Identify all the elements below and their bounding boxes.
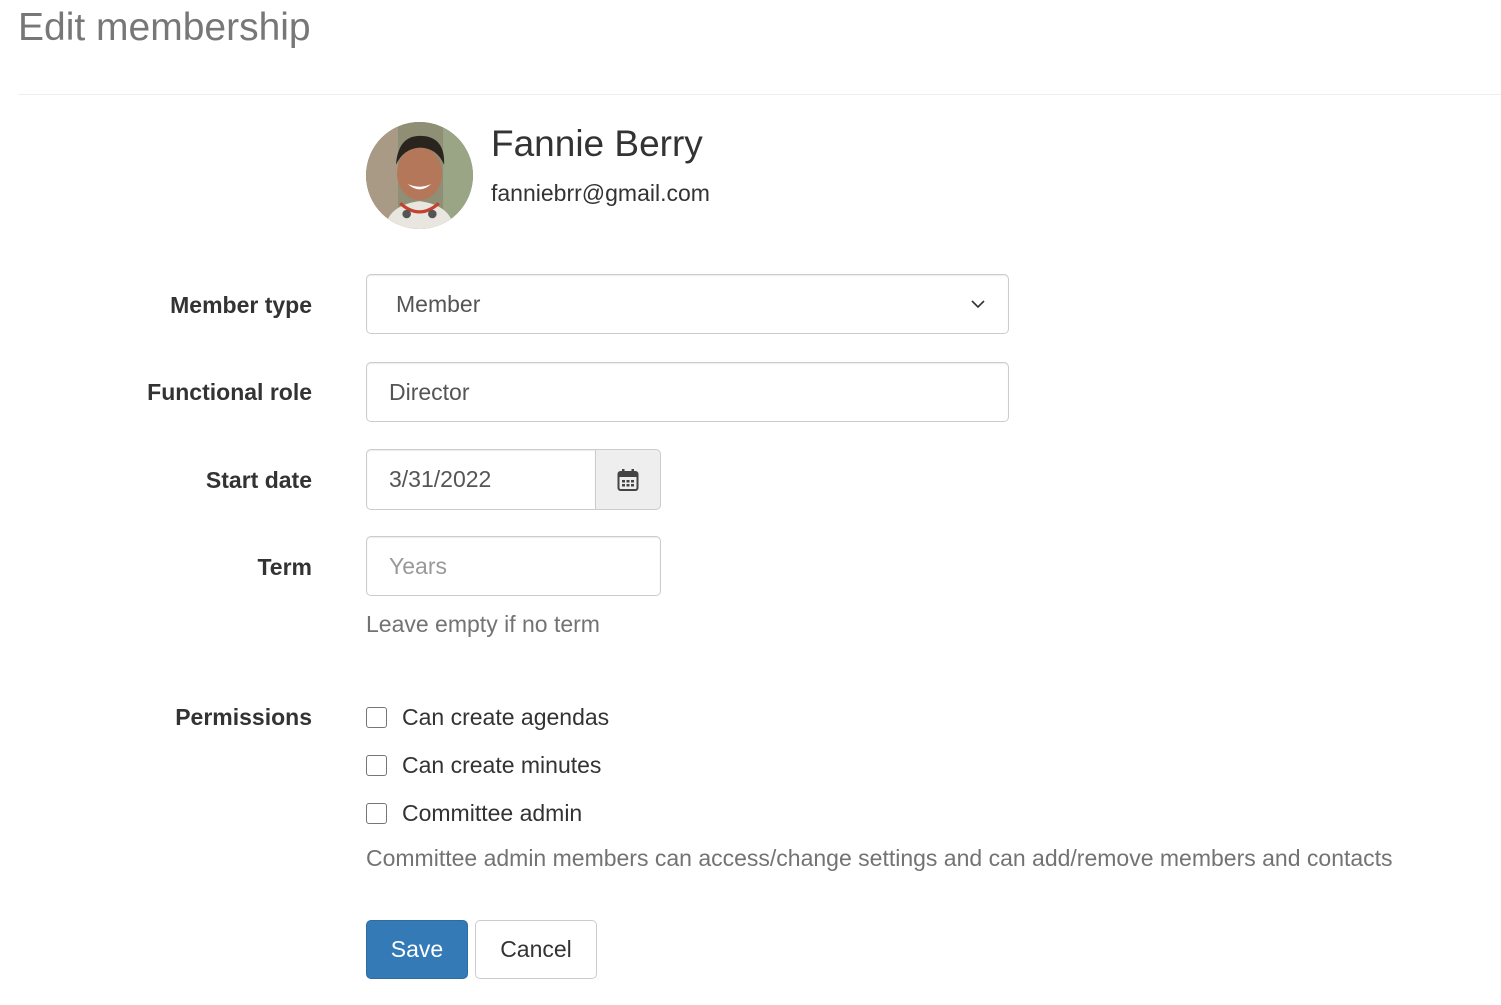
- start-date-label: Start date: [205, 467, 312, 493]
- member-type-value: Member: [396, 290, 481, 317]
- checkbox-label: Can create agendas: [402, 703, 610, 730]
- title-divider: [18, 94, 1501, 95]
- permission-option[interactable]: Committee admin: [366, 798, 582, 828]
- term-placeholder: Years: [389, 552, 447, 579]
- calendar-icon: [617, 468, 639, 491]
- functional-role-label: Functional role: [147, 379, 312, 405]
- avatar-photo-icon: [366, 122, 473, 229]
- avatar: [366, 122, 473, 229]
- functional-role-value: Director: [389, 378, 470, 405]
- permissions-label: Permissions: [175, 704, 312, 730]
- member-name: Fannie Berry: [491, 123, 703, 164]
- member-email: fanniebrr@gmail.com: [491, 180, 710, 206]
- calendar-button[interactable]: [595, 449, 661, 510]
- term-input[interactable]: Years: [366, 536, 661, 596]
- member-type-label: Member type: [170, 292, 312, 318]
- term-help-text: Leave empty if no term: [366, 611, 600, 637]
- permissions-help-text: Committee admin members can access/chang…: [366, 845, 1393, 871]
- term-label: Term: [257, 554, 312, 580]
- member-type-select[interactable]: Member: [366, 274, 1009, 334]
- page-title: Edit membership: [18, 6, 311, 49]
- save-button[interactable]: Save: [366, 920, 468, 979]
- checkbox-label: Can create minutes: [402, 751, 602, 778]
- start-date-input[interactable]: 3/31/2022: [366, 449, 595, 510]
- checkbox-label: Committee admin: [402, 799, 583, 826]
- permission-option[interactable]: Can create agendas: [366, 702, 609, 732]
- can-create-minutes-checkbox[interactable]: [366, 754, 387, 776]
- start-date-value: 3/31/2022: [389, 466, 492, 492]
- cancel-button[interactable]: Cancel: [475, 920, 597, 979]
- chevron-down-icon: [971, 300, 985, 309]
- committee-admin-checkbox[interactable]: [366, 802, 387, 824]
- can-create-agendas-checkbox[interactable]: [366, 706, 387, 728]
- permission-option[interactable]: Can create minutes: [366, 750, 601, 780]
- start-date-group: 3/31/2022: [366, 449, 661, 510]
- functional-role-input[interactable]: Director: [366, 362, 1009, 422]
